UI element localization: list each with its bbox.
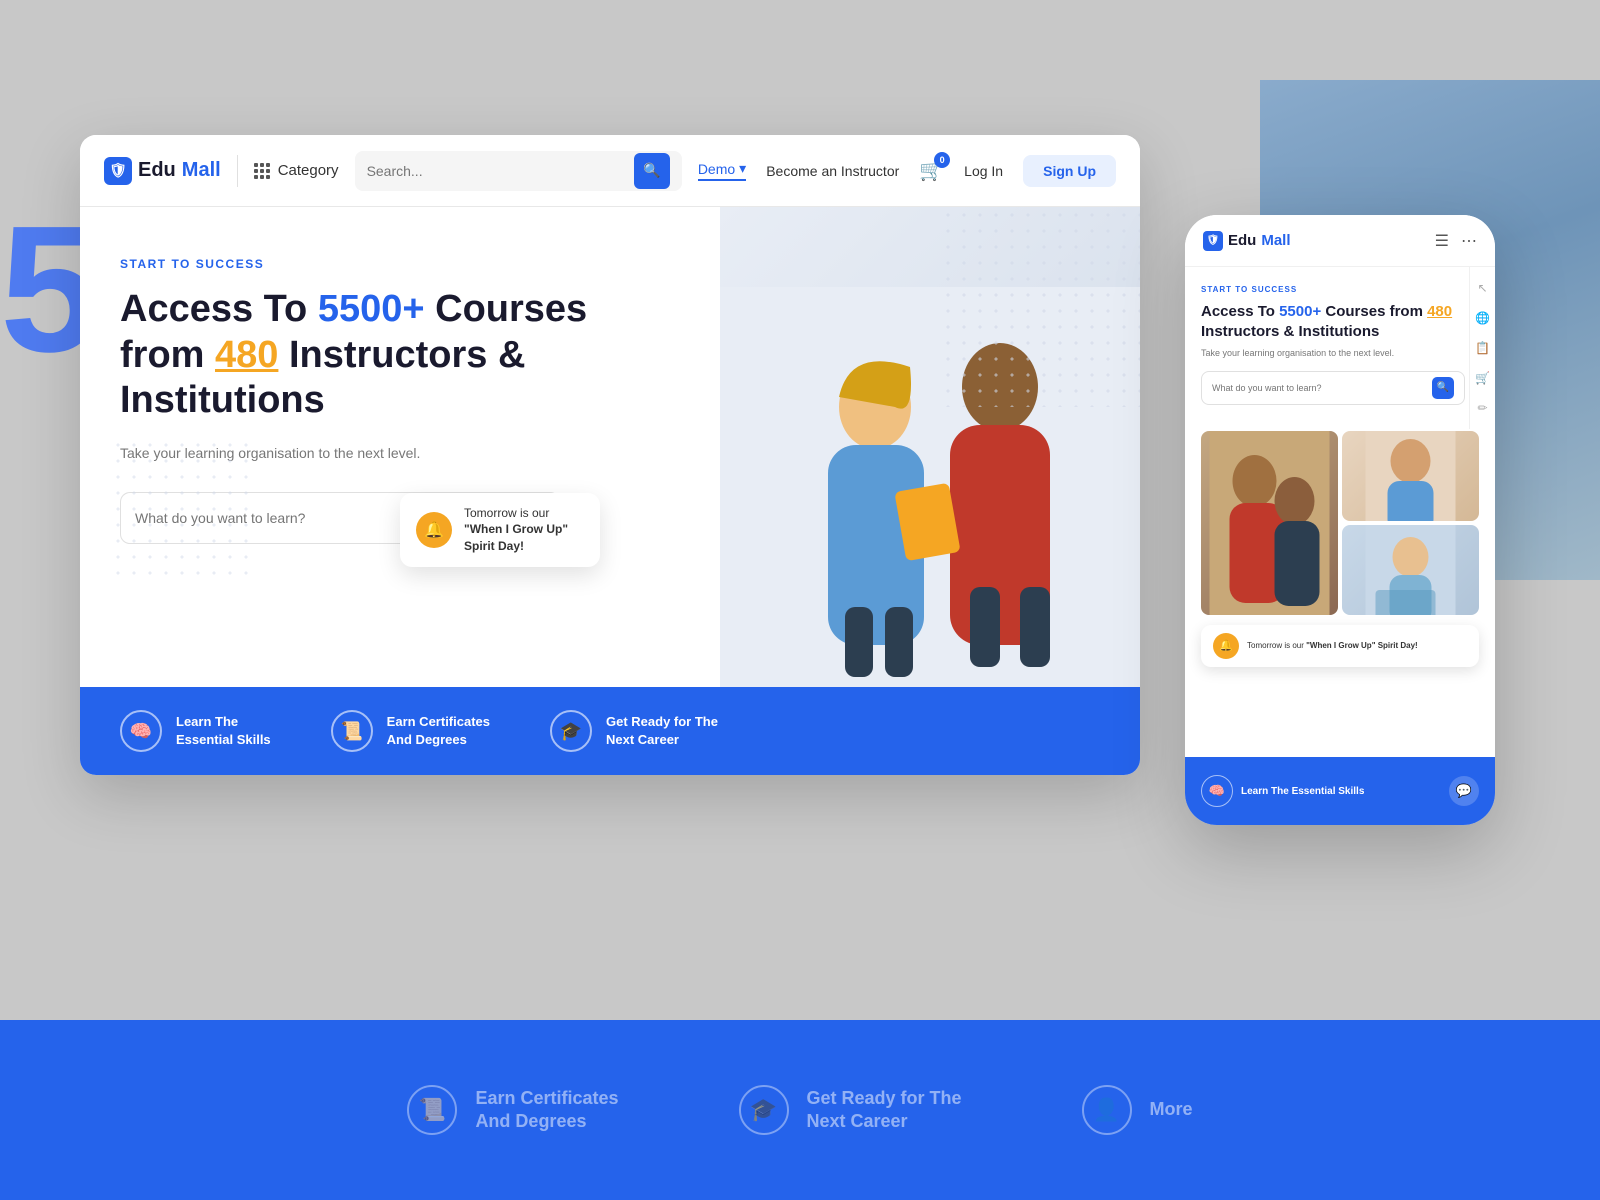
hero-tag: START TO SUCCESS: [120, 257, 680, 271]
search-input[interactable]: [367, 163, 626, 179]
phone-image-2: [1342, 431, 1479, 521]
phone-5500: 5500+: [1279, 303, 1321, 320]
phone-hero-tag: START TO SUCCESS: [1201, 285, 1465, 294]
sidebar-globe-icon[interactable]: 🌐: [1475, 311, 1490, 325]
hero-title-5500: 5500+: [318, 288, 425, 330]
search-button[interactable]: 🔍: [634, 153, 670, 189]
notification-text: Tomorrow is our "When I Grow Up" Spirit …: [464, 505, 584, 555]
sidebar-edit-icon[interactable]: ✏: [1477, 401, 1487, 415]
category-label: Category: [278, 162, 339, 179]
nav-divider: [237, 155, 238, 187]
demo-link[interactable]: Demo ▾: [698, 160, 746, 181]
certificates-text: Earn Certificates And Degrees: [387, 713, 490, 749]
skills-icon: 🧠: [120, 710, 162, 752]
hero-left: START TO SUCCESS Access To 5500+ Courses…: [80, 207, 720, 687]
become-instructor-link[interactable]: Become an Instructor: [766, 163, 899, 179]
phone-brand-mall: Mall: [1261, 232, 1290, 249]
phone-search-button[interactable]: 🔍: [1432, 377, 1454, 399]
nav-links: Demo ▾ Become an Instructor 🛒 0 Log In S…: [698, 155, 1116, 187]
logo[interactable]: 🛡 Edu Mall: [104, 157, 221, 185]
hamburger-icon[interactable]: ☰: [1435, 231, 1449, 251]
hero-subtitle: Take your learning organisation to the n…: [120, 442, 680, 464]
bg-bottom-item-2: 🎓 Get Ready for The Next Career: [739, 1085, 962, 1135]
bottom-item-career: 🎓 Get Ready for The Next Career: [550, 710, 718, 752]
phone-search-input[interactable]: [1212, 383, 1432, 393]
login-link[interactable]: Log In: [964, 163, 1003, 179]
phone-logo[interactable]: 🛡 Edu Mall: [1203, 231, 1291, 251]
bg-more-text: More: [1150, 1098, 1193, 1121]
bottom-item-skills: 🧠 Learn The Essential Skills: [120, 710, 271, 752]
brand-mall: Mall: [182, 159, 221, 182]
grid-icon: [254, 163, 270, 179]
more-options-icon[interactable]: ⋯: [1461, 231, 1477, 251]
cart-button[interactable]: 🛒 0: [919, 158, 944, 183]
bg-career-text: Get Ready for The Next Career: [807, 1087, 962, 1134]
phone-bottom-content: 🧠 Learn The Essential Skills: [1201, 775, 1364, 807]
certificates-icon: 📜: [331, 710, 373, 752]
skills-text: Learn The Essential Skills: [176, 713, 271, 749]
phone-notif-text: Tomorrow is our "When I Grow Up" Spirit …: [1247, 640, 1418, 651]
category-menu[interactable]: Category: [254, 162, 339, 179]
notification-bell-icon: 🔔: [416, 512, 452, 548]
bg-career-icon: 🎓: [739, 1085, 789, 1135]
phone-image-1: [1201, 431, 1338, 615]
hero-title-480: 480: [215, 334, 278, 376]
phone-chat-button[interactable]: 💬: [1449, 776, 1479, 806]
notification-bubble: 🔔 Tomorrow is our "When I Grow Up" Spiri…: [400, 493, 600, 567]
phone-notif-bell-icon: 🔔: [1213, 633, 1239, 659]
signup-button[interactable]: Sign Up: [1023, 155, 1116, 187]
phone-image-3: [1342, 525, 1479, 615]
hero-title-part1: Access To: [120, 288, 318, 330]
phone-card: 🛡 Edu Mall ☰ ⋯ ↖ 🌐 📋 🛒 ✏ START TO SUCCESS…: [1185, 215, 1495, 825]
phone-hero-subtitle: Take your learning organisation to the n…: [1201, 347, 1465, 361]
bg-bottom-item-3: 👤 More: [1082, 1085, 1193, 1135]
bottom-item-certificates: 📜 Earn Certificates And Degrees: [331, 710, 490, 752]
phone-notification: 🔔 Tomorrow is our "When I Grow Up" Spiri…: [1201, 625, 1479, 667]
hero-title: Access To 5500+ Courses from 480 Instruc…: [120, 287, 680, 424]
phone-image-grid: [1201, 431, 1479, 615]
phone-bottom-label: Learn The Essential Skills: [1241, 786, 1364, 797]
phone-topbar-icons: ☰ ⋯: [1435, 231, 1477, 251]
chevron-down-icon: ▾: [739, 160, 746, 177]
hero-section: START TO SUCCESS Access To 5500+ Courses…: [80, 207, 1140, 687]
main-search-bar[interactable]: 🔍: [355, 151, 682, 191]
bg-more-icon: 👤: [1082, 1085, 1132, 1135]
phone-sidebar: ↖ 🌐 📋 🛒 ✏: [1469, 267, 1495, 429]
sidebar-bookmark-icon[interactable]: 📋: [1475, 341, 1490, 355]
hero-image: [720, 207, 1140, 687]
logo-icon: 🛡: [104, 157, 132, 185]
phone-hero: START TO SUCCESS Access To 5500+ Courses…: [1185, 267, 1495, 431]
bg-bottom-bar: 📜 Earn Certificates And Degrees 🎓 Get Re…: [0, 1020, 1600, 1200]
bg-certificates-icon: 📜: [407, 1085, 457, 1135]
brand-edu: Edu: [138, 159, 176, 182]
phone-logo-icon: 🛡: [1203, 231, 1223, 251]
browser-navbar: 🛡 Edu Mall Category 🔍 Demo ▾ Become an In…: [80, 135, 1140, 207]
phone-brand-edu: Edu: [1228, 232, 1256, 249]
sidebar-cart-icon[interactable]: 🛒: [1475, 371, 1490, 385]
bg-bottom-item-1: 📜 Earn Certificates And Degrees: [407, 1085, 618, 1135]
phone-480: 480: [1427, 303, 1452, 320]
career-icon: 🎓: [550, 710, 592, 752]
phone-hero-title: Access To 5500+ Courses from 480 Instruc…: [1201, 302, 1465, 341]
phone-topbar: 🛡 Edu Mall ☰ ⋯: [1185, 215, 1495, 267]
phone-bottom-bar: 🧠 Learn The Essential Skills 💬: [1185, 757, 1495, 825]
hero-right: [720, 207, 1140, 687]
browser-bottom-bar: 🧠 Learn The Essential Skills 📜 Earn Cert…: [80, 687, 1140, 775]
cart-badge: 0: [934, 152, 950, 168]
bg-certificates-text: Earn Certificates And Degrees: [475, 1087, 618, 1134]
career-text: Get Ready for The Next Career: [606, 713, 718, 749]
phone-bottom-brain-icon: 🧠: [1201, 775, 1233, 807]
sidebar-cursor-icon[interactable]: ↖: [1477, 281, 1487, 295]
browser-card: 🛡 Edu Mall Category 🔍 Demo ▾ Become an In…: [80, 135, 1140, 775]
phone-search-bar[interactable]: 🔍: [1201, 371, 1465, 405]
